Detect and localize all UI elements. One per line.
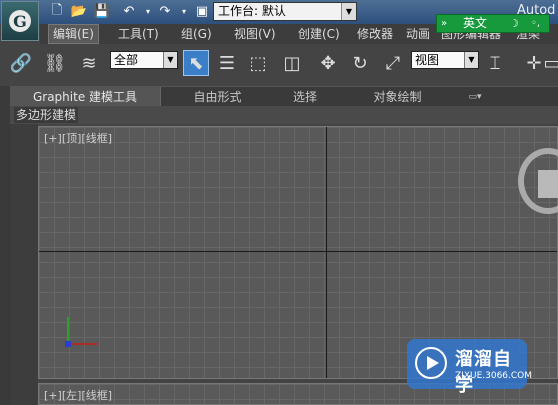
watermark-logo: 溜溜自学 ZIXUE.3066.COM: [407, 339, 532, 396]
open-file-icon[interactable]: 📂: [70, 3, 88, 20]
select-by-name-icon[interactable]: ☰: [214, 50, 240, 76]
reference-coordinate-select[interactable]: 视图 ▼: [411, 51, 479, 69]
panel-polygon-modeling[interactable]: 多边形建模: [14, 107, 79, 123]
keyboard-shortcut-icon[interactable]: ▭: [544, 50, 558, 76]
ime-moon-icon[interactable]: ☽: [509, 15, 519, 32]
viewport-view-name[interactable]: [顶]: [62, 132, 82, 145]
window-crossing-icon[interactable]: ◫: [279, 50, 305, 76]
app-menu-button[interactable]: G: [1, 1, 39, 41]
viewport-gutter: [10, 124, 38, 405]
save-file-icon[interactable]: 💾: [93, 3, 111, 20]
x-axis-icon: [67, 343, 97, 345]
ime-toolbar: » 英文 ☽ ◦,: [436, 14, 550, 33]
menu-views[interactable]: 视图(V): [230, 24, 280, 44]
viewport-menu-plus[interactable]: [+]: [44, 132, 62, 145]
rotate-icon[interactable]: ↻: [347, 50, 373, 76]
selection-filter-value: 全部: [114, 53, 139, 67]
grid-axis-horizontal: [39, 251, 557, 252]
ime-collapse-icon[interactable]: »: [441, 15, 447, 32]
watermark-url: ZIXUE.3066.COM: [455, 371, 533, 381]
redo-dropdown-icon[interactable]: ▾: [175, 3, 193, 20]
scale-icon[interactable]: ⤢: [380, 50, 406, 76]
viewport-shading-mode[interactable]: [线框]: [81, 389, 112, 402]
selection-filter-select[interactable]: 全部 ▼: [110, 51, 178, 69]
viewport-left-label: [+][左][线框]: [44, 387, 112, 403]
tab-object-paint[interactable]: 对象绘制: [360, 87, 435, 107]
viewport-view-name[interactable]: [左]: [62, 389, 82, 402]
left-edge-strip: [0, 86, 10, 405]
ribbon-panel: 多边形建模: [10, 106, 558, 124]
play-icon: [415, 347, 447, 379]
workspace-select[interactable]: 工作台: 默认 ▼: [213, 2, 357, 21]
redo-icon[interactable]: ↷: [156, 3, 174, 20]
menu-modifiers[interactable]: 修改器: [353, 24, 397, 44]
chevron-down-icon: ▼: [464, 52, 478, 68]
viewport-top-label: [+][顶][线框]: [44, 130, 112, 146]
menu-edit[interactable]: 编辑(E): [48, 24, 99, 44]
ime-punct-icon[interactable]: ◦,: [531, 15, 540, 32]
rectangular-selection-icon[interactable]: ⬚: [245, 50, 271, 76]
viewport-shading-mode[interactable]: [线框]: [81, 132, 112, 145]
viewport-menu-plus[interactable]: [+]: [44, 389, 62, 402]
move-icon[interactable]: ✥: [315, 50, 341, 76]
project-folder-icon[interactable]: ▣: [193, 3, 211, 20]
grid-axis-vertical: [326, 127, 327, 378]
menu-create[interactable]: 创建(C): [294, 24, 344, 44]
ribbon-tab-bar: Graphite 建模工具 自由形式 选择 对象绘制 ▭▾: [10, 86, 558, 107]
menu-group[interactable]: 组(G): [177, 24, 216, 44]
tab-graphite-modeling[interactable]: Graphite 建模工具: [10, 87, 161, 107]
workspace-select-value: 工作台: 默认: [218, 4, 286, 18]
pivot-center-icon[interactable]: ⌶: [482, 50, 508, 76]
main-toolbar: 🔗 ⛓ ≋ 全部 ▼ ⬉ ☰ ⬚ ◫ ✥ ↻ ⤢ 视图 ▼ ⌶ ✛ ▭: [0, 44, 558, 84]
reference-coordinate-value: 视图: [415, 53, 440, 67]
menu-animation[interactable]: 动画: [402, 24, 434, 44]
ime-mode-label[interactable]: 英文: [463, 15, 487, 32]
tab-selection[interactable]: 选择: [280, 87, 330, 107]
bind-space-warp-icon[interactable]: ≋: [76, 50, 102, 76]
unlink-icon[interactable]: ⛓: [42, 50, 68, 76]
viewcube-face[interactable]: [538, 170, 558, 198]
undo-dropdown-icon[interactable]: ▾: [139, 3, 157, 20]
z-axis-icon: [65, 341, 71, 347]
menu-tools[interactable]: 工具(T): [114, 24, 163, 44]
app-logo-icon: G: [9, 10, 31, 32]
chevron-down-icon: ▼: [163, 52, 177, 68]
undo-icon[interactable]: ↶: [120, 3, 138, 20]
new-file-icon[interactable]: 🗋: [48, 3, 66, 20]
tab-freeform[interactable]: 自由形式: [180, 87, 255, 107]
link-icon[interactable]: 🔗: [8, 50, 34, 76]
chevron-down-icon: ▼: [341, 3, 356, 20]
select-object-icon[interactable]: ⬉: [183, 50, 209, 76]
ribbon-options-icon[interactable]: ▭▾: [460, 87, 490, 107]
